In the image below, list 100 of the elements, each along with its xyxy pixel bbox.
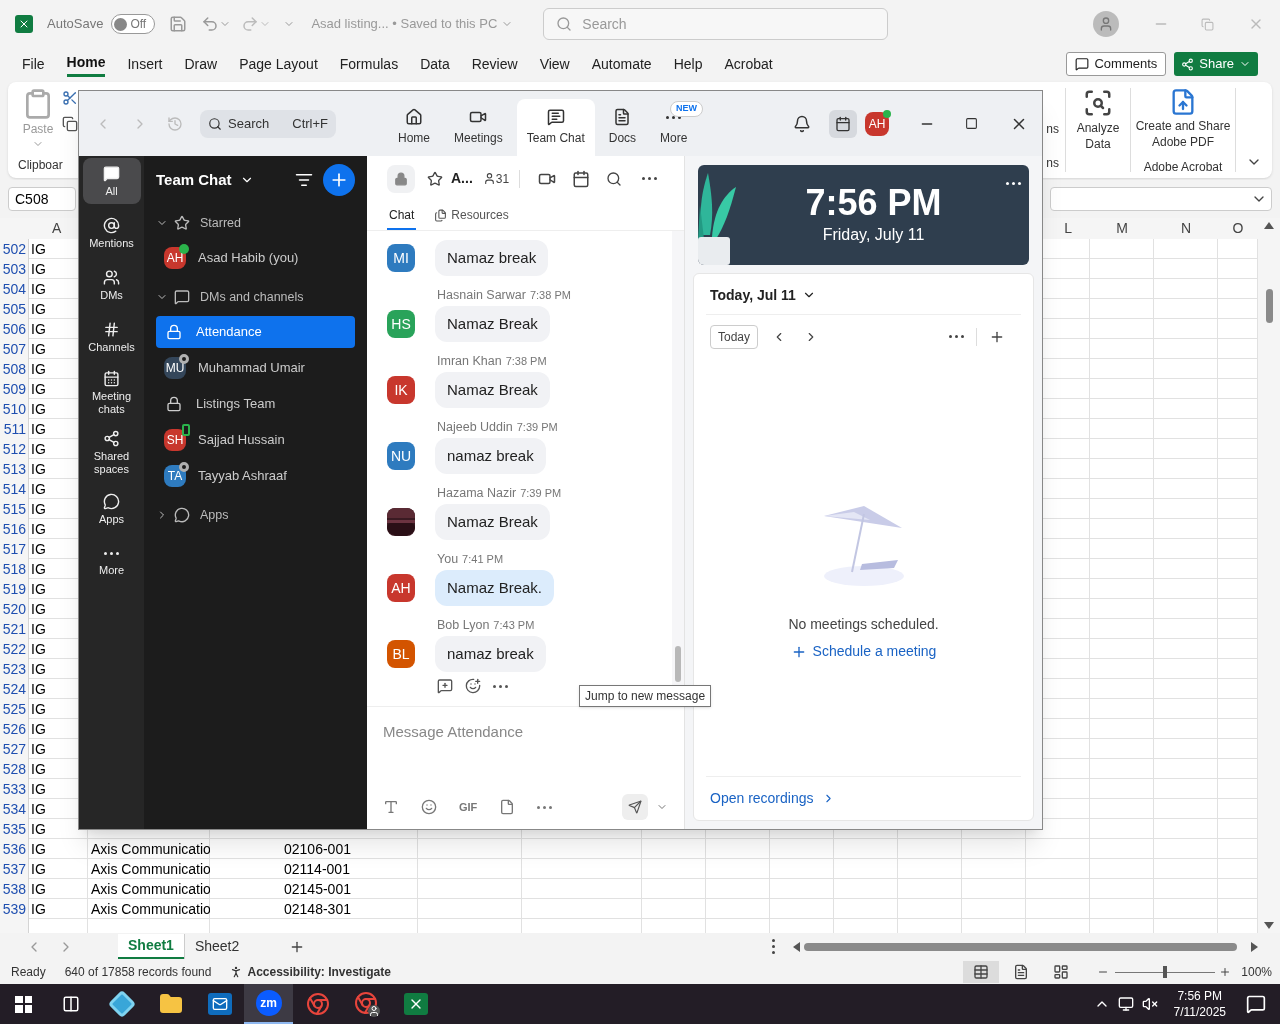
calendar-icon[interactable]: [572, 169, 591, 188]
scroll-right-icon[interactable]: [1251, 941, 1258, 952]
today-button[interactable]: Today: [710, 324, 759, 349]
row-number[interactable]: 506: [2, 318, 26, 340]
row-number[interactable]: 520: [2, 598, 26, 620]
rail-item[interactable]: DMs: [82, 262, 141, 308]
more-icon[interactable]: [771, 939, 776, 954]
rail-item[interactable]: All: [82, 158, 141, 204]
gif-button[interactable]: GIF: [459, 798, 478, 816]
nav-tab[interactable]: Docs: [598, 99, 647, 156]
nav-tab[interactable]: Meetings: [444, 99, 513, 156]
menu-tab[interactable]: Help: [673, 51, 703, 77]
scrollbar-thumb[interactable]: [675, 646, 681, 682]
name-box[interactable]: C508: [8, 187, 76, 211]
row-number[interactable]: 523: [2, 658, 26, 680]
column-header[interactable]: N: [1180, 218, 1192, 239]
chat-list-item[interactable]: AH Asad Habib (you): [156, 242, 355, 274]
menu-tab[interactable]: Formulas: [339, 51, 399, 77]
row-number[interactable]: 502: [2, 238, 26, 260]
column-header[interactable]: L: [1064, 218, 1072, 239]
row-number[interactable]: 515: [2, 498, 26, 520]
row-number[interactable]: 507: [2, 338, 26, 360]
chat-list-item[interactable]: Listings Team: [156, 388, 355, 420]
row-number[interactable]: 536: [2, 838, 26, 860]
member-count[interactable]: 31: [495, 169, 510, 188]
menu-tab[interactable]: Page Layout: [239, 51, 318, 77]
menu-tab[interactable]: Home: [66, 51, 106, 77]
column-header[interactable]: M: [1116, 218, 1128, 239]
maximize-icon[interactable]: [965, 117, 978, 130]
menu-tab[interactable]: View: [539, 51, 570, 77]
analyze-data-button[interactable]: Analyze Data: [1066, 82, 1130, 178]
row-number[interactable]: 528: [2, 758, 26, 780]
sheet-tab[interactable]: Sheet2: [183, 934, 250, 959]
row-number[interactable]: 503: [2, 258, 26, 280]
task-view-icon[interactable]: [62, 995, 80, 1013]
scrollbar-thumb[interactable]: [1265, 289, 1273, 323]
chat-list-item[interactable]: TA Tayyab Ashraaf: [156, 460, 355, 492]
rail-item[interactable]: Meeting chats: [82, 366, 141, 420]
members-icon[interactable]: [482, 172, 496, 185]
row-number[interactable]: 517: [2, 538, 26, 560]
row-number[interactable]: 510: [2, 398, 26, 420]
menu-tab[interactable]: Data: [420, 51, 450, 77]
row-number[interactable]: 519: [2, 578, 26, 600]
share-button[interactable]: Share: [1174, 52, 1258, 76]
autosave-toggle[interactable]: Off: [111, 14, 156, 34]
network-icon[interactable]: [1117, 996, 1134, 1012]
profile-avatar[interactable]: [1093, 11, 1119, 37]
more-icon[interactable]: [642, 176, 658, 181]
row-number[interactable]: 534: [2, 798, 26, 820]
reply-icon[interactable]: [437, 678, 453, 694]
menu-tab[interactable]: File: [22, 51, 45, 77]
row-number[interactable]: 514: [2, 478, 26, 500]
scroll-up-icon[interactable]: [1264, 222, 1274, 229]
chat-list-item[interactable]: SH Sajjad Hussain: [156, 424, 355, 456]
rail-item[interactable]: Mentions: [82, 210, 141, 256]
zoom-slider[interactable]: [1115, 965, 1216, 979]
channel-tab[interactable]: Resources: [434, 202, 509, 230]
row-number[interactable]: 539: [2, 898, 26, 920]
new-chat-button[interactable]: [323, 164, 355, 196]
section-header[interactable]: DMs and channels: [156, 278, 355, 316]
emoji-icon[interactable]: [421, 799, 437, 815]
row-number[interactable]: 535: [2, 818, 26, 840]
row-number[interactable]: 512: [2, 438, 26, 460]
menu-tab[interactable]: Review: [471, 51, 518, 77]
row-number[interactable]: 522: [2, 638, 26, 660]
rail-item[interactable]: More: [82, 538, 141, 584]
menu-tab[interactable]: Draw: [184, 51, 218, 77]
row-number[interactable]: 508: [2, 358, 26, 380]
row-number[interactable]: 504: [2, 278, 26, 300]
row-number[interactable]: 516: [2, 518, 26, 540]
chat-list-item[interactable]: MU Muhammad Umair: [156, 352, 355, 384]
horizontal-scrollbar[interactable]: [804, 942, 1237, 951]
copy-icon[interactable]: [62, 116, 78, 132]
chat-list-item[interactable]: Attendance: [156, 316, 355, 348]
rail-item[interactable]: Channels: [82, 314, 141, 360]
row-number[interactable]: 518: [2, 558, 26, 580]
more-icon[interactable]: [1006, 181, 1021, 185]
row-number[interactable]: 537: [2, 858, 26, 880]
row-number[interactable]: 524: [2, 678, 26, 700]
windows-logo-icon[interactable]: [15, 995, 32, 1013]
send-button[interactable]: [622, 794, 648, 820]
filter-icon[interactable]: [295, 171, 313, 189]
undo-icon[interactable]: [201, 15, 220, 33]
row-number[interactable]: 527: [2, 738, 26, 760]
section-header[interactable]: Starred: [156, 204, 355, 242]
section-header[interactable]: Apps: [156, 496, 355, 534]
zoom-in-icon[interactable]: [1219, 966, 1232, 978]
accessibility-status[interactable]: Accessibility: Investigate: [229, 963, 391, 981]
list-title[interactable]: Team Chat: [156, 168, 254, 192]
nav-tab[interactable]: Home: [388, 99, 440, 156]
date-selector[interactable]: Today, Jul 11: [706, 284, 820, 306]
comments-button[interactable]: Comments: [1066, 52, 1167, 76]
row-number[interactable]: 521: [2, 618, 26, 640]
add-reaction-icon[interactable]: [465, 678, 481, 694]
channel-tab[interactable]: Chat: [387, 202, 417, 230]
clock-date[interactable]: 7/11/2025: [1173, 1004, 1226, 1020]
row-number[interactable]: 538: [2, 878, 26, 900]
file-icon[interactable]: [499, 799, 516, 815]
schedule-meeting-link[interactable]: Schedule a meeting: [790, 641, 937, 662]
channel-title[interactable]: A...: [451, 168, 473, 189]
